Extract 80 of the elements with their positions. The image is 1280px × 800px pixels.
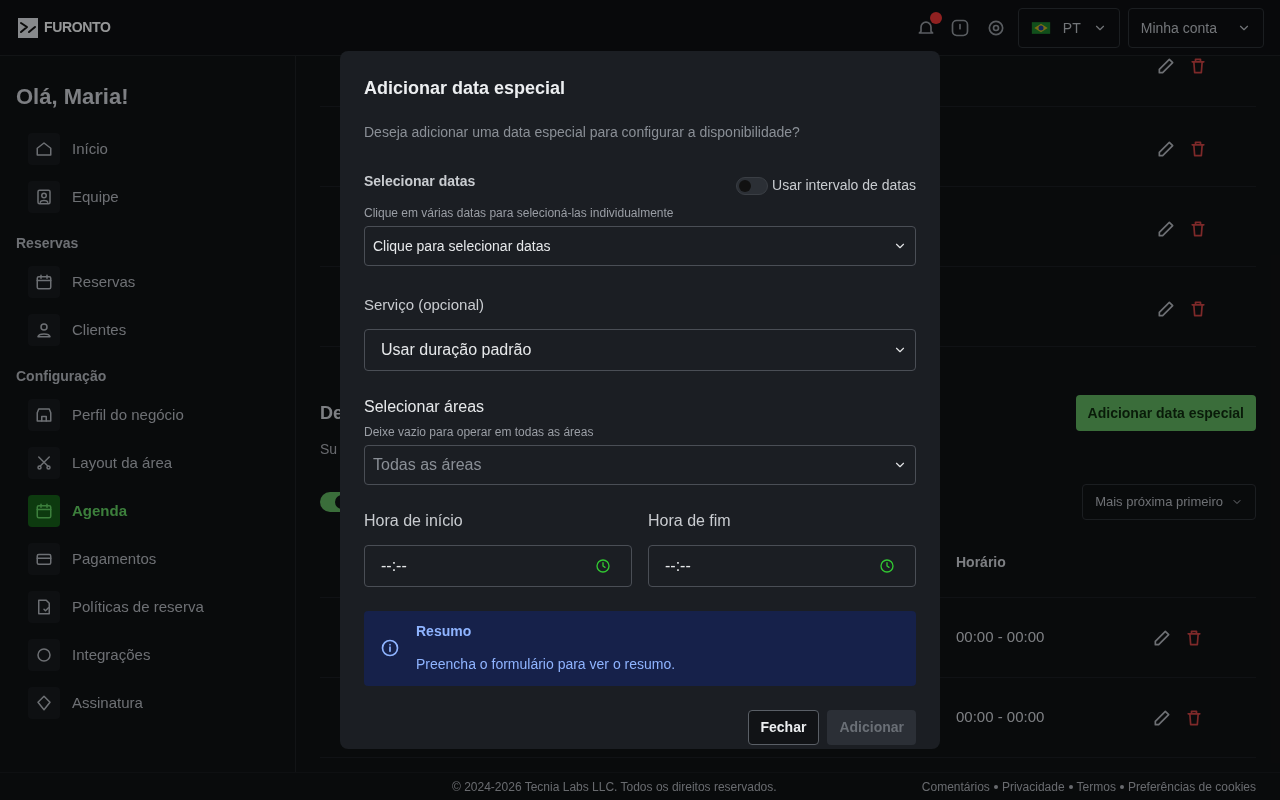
edit-button[interactable] <box>1156 56 1176 76</box>
toggle-label: Usar intervalo de datas <box>772 176 916 195</box>
sidebar-section-title: Configuração <box>16 367 108 386</box>
areas-select[interactable]: Todas as áreas <box>364 444 916 485</box>
trash-icon <box>1188 139 1208 159</box>
field-hint: Clique em várias datas para selecioná-las individualmente <box>364 205 675 222</box>
sidebar-item[interactable]: Políticas de reserva <box>16 583 279 631</box>
footer-link[interactable]: Comentários <box>921 777 990 796</box>
sidebar-item[interactable]: Perfil do negócio <box>16 391 279 439</box>
field-label: Hora de início <box>364 510 464 531</box>
edit-button[interactable] <box>1156 219 1176 239</box>
dialog-description: Deseja adicionar uma data especial para configurar a disponibilidade? <box>364 123 801 142</box>
clock-icon <box>879 557 895 574</box>
column-header: Horário <box>956 553 1006 572</box>
range-toggle[interactable] <box>736 176 769 195</box>
footer-link[interactable]: Preferências de cookies <box>1127 777 1256 796</box>
time-input[interactable]: --:-- <box>364 544 632 587</box>
greeting-heading: Olá, Maria! <box>16 83 130 111</box>
sidebar-item[interactable]: Agenda <box>16 487 279 535</box>
time-input[interactable]: --:-- <box>648 544 916 587</box>
field-label: Selecionar áreas <box>364 396 486 417</box>
sidebar-item[interactable]: Reservas <box>16 258 279 306</box>
pencil-icon <box>1156 299 1176 319</box>
sidebar-item[interactable]: Assinatura <box>16 679 279 727</box>
sidebar-item[interactable]: Equipe <box>16 173 279 221</box>
sort-select[interactable]: Mais próxima primeiro <box>1082 484 1256 520</box>
footer-link[interactable]: Privacidade <box>1001 777 1065 796</box>
field-label: Serviço (opcional) <box>364 295 486 315</box>
summary-title: Resumo <box>416 622 473 641</box>
scissors-icon <box>35 454 53 472</box>
document-icon <box>35 598 53 616</box>
account-menu-button[interactable]: Minha conta <box>1127 7 1264 48</box>
sidebar-item[interactable]: Integrações <box>16 631 279 679</box>
add-special-date-button[interactable]: Adicionar data especial <box>1075 395 1256 431</box>
trash-icon <box>1188 299 1208 319</box>
sidebar-item[interactable]: Início <box>16 125 279 173</box>
delete-button[interactable] <box>1188 299 1208 319</box>
delete-button[interactable] <box>1188 139 1208 159</box>
edit-button[interactable] <box>1156 139 1176 159</box>
logo-icon <box>16 15 40 40</box>
close-button[interactable]: Fechar <box>747 709 820 745</box>
section-subtitle: Su <box>320 440 339 459</box>
people-icon <box>35 188 53 206</box>
edit-button[interactable] <box>1152 707 1172 728</box>
shop-icon <box>35 406 53 424</box>
table-cell-text: 00:00 - 00:00 <box>956 707 1045 728</box>
pencil-icon <box>1156 219 1176 239</box>
sidebar-section-title: Reservas <box>16 234 80 253</box>
info-icon <box>380 638 400 658</box>
field-label: Hora de fim <box>648 510 732 531</box>
delete-button[interactable] <box>1188 219 1208 239</box>
logo-text: FURONTO <box>44 18 111 37</box>
dialog-title: Adicionar data especial <box>364 77 567 100</box>
pencil-icon <box>1156 56 1176 76</box>
calendar-icon <box>35 273 53 291</box>
sidebar-item[interactable]: Layout da área <box>16 439 279 487</box>
summary-text: Preencha o formulário para ver o resumo. <box>416 655 676 674</box>
sidebar-item[interactable]: Clientes <box>16 306 279 354</box>
edit-button[interactable] <box>1152 627 1172 648</box>
language-select[interactable]: PT <box>1017 7 1120 48</box>
trash-icon <box>1188 219 1208 239</box>
edit-button[interactable] <box>1156 299 1176 319</box>
copyright-text: © 2024-2026 Tecnia Labs LLC. Todos os direitos reservados. <box>452 778 777 796</box>
service-select[interactable]: Usar duração padrão <box>364 328 916 371</box>
calendar-icon <box>35 502 53 520</box>
clock-icon <box>595 557 611 574</box>
table-cell-text: 00:00 - 00:00 <box>956 627 1045 648</box>
pencil-icon <box>1152 707 1172 728</box>
delete-button[interactable] <box>1188 56 1208 76</box>
date-picker-field[interactable]: Clique para selecionar datas <box>364 226 916 266</box>
circle-icon <box>35 646 53 664</box>
pencil-icon <box>1156 139 1176 159</box>
pencil-icon <box>1152 627 1172 648</box>
field-hint: Deixe vazio para operar em todas as áreas <box>364 423 595 441</box>
footer-link[interactable]: Termos <box>1076 777 1116 796</box>
person-icon <box>35 321 53 339</box>
sidebar-item[interactable]: Pagamentos <box>16 535 279 583</box>
field-label: Selecionar datas <box>364 172 476 191</box>
house-icon <box>35 140 53 158</box>
trash-icon <box>1188 56 1208 76</box>
